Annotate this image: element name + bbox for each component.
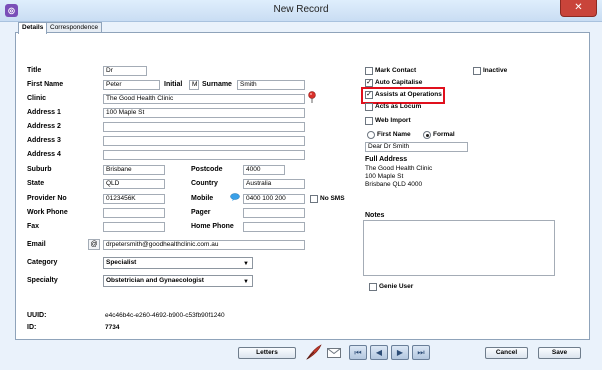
salutation-field[interactable]: Dear Dr Smith (365, 142, 468, 152)
email-at-icon[interactable]: @ (88, 239, 100, 250)
window-title: New Record (273, 4, 329, 15)
surname-label: Surname (202, 81, 232, 88)
close-button[interactable]: ✕ (560, 0, 597, 17)
inactive-label: Inactive (483, 67, 508, 74)
clinic-field[interactable]: The Good Health Clinic (103, 94, 305, 104)
genie-user-label: Genie User (379, 283, 414, 290)
work-phone-label: Work Phone (27, 209, 68, 216)
salutation-formal-radio[interactable] (423, 131, 431, 139)
provider-no-field[interactable]: 0123456K (103, 194, 165, 204)
clinic-label: Clinic (27, 95, 47, 102)
genie-user-checkbox[interactable] (369, 283, 377, 291)
inactive-checkbox[interactable] (473, 67, 481, 75)
tab-details[interactable]: Details (18, 22, 48, 34)
address1-label: Address 1 (27, 109, 61, 116)
initial-field[interactable]: M (189, 80, 199, 90)
mark-contact-checkbox[interactable] (365, 67, 373, 75)
address3-label: Address 3 (27, 137, 61, 144)
web-import-label: Web Import (375, 117, 411, 124)
specialty-select[interactable]: Obstetrician and Gynaecologist ▼ (103, 275, 253, 287)
acts-as-locum-label: Acts as Locum (375, 103, 422, 110)
salutation-formal-label: Formal (433, 131, 455, 138)
first-name-label: First Name (27, 81, 64, 88)
chevron-down-icon: ▼ (243, 279, 249, 285)
no-sms-label: No SMS (320, 195, 345, 202)
surname-field[interactable]: Smith (237, 80, 305, 90)
suburb-field[interactable]: Brisbane (103, 165, 165, 175)
address4-label: Address 4 (27, 151, 61, 158)
initial-label: Initial (164, 81, 183, 88)
category-select[interactable]: Specialist ▼ (103, 257, 253, 269)
work-phone-field[interactable] (103, 208, 165, 218)
state-field[interactable]: QLD (103, 179, 165, 189)
country-field[interactable]: Australia (243, 179, 305, 189)
assists-at-operations-label: Assists at Operations (375, 91, 442, 98)
quill-pen-icon[interactable] (305, 343, 323, 361)
id-label: ID: (27, 324, 37, 331)
pager-label: Pager (191, 209, 211, 216)
email-field[interactable]: drpetersmith@goodhealthclinic.com.au (103, 240, 305, 250)
next-record-button[interactable]: ▶ (391, 345, 409, 360)
mark-contact-label: Mark Contact (375, 67, 417, 74)
specialty-label: Specialty (27, 277, 58, 284)
first-name-field[interactable]: Peter (103, 80, 160, 90)
address4-field[interactable] (103, 150, 305, 160)
no-sms-checkbox[interactable] (310, 195, 318, 203)
email-label: Email (27, 241, 46, 248)
category-label: Category (27, 259, 58, 266)
letters-button[interactable]: Letters (238, 347, 296, 359)
assists-at-operations-checkbox[interactable]: ✓ (365, 91, 373, 99)
suburb-label: Suburb (27, 166, 52, 173)
address1-field[interactable]: 100 Maple St (103, 108, 305, 118)
map-pin-icon[interactable] (308, 91, 316, 103)
cancel-button[interactable]: Cancel (485, 347, 528, 359)
home-phone-field[interactable] (243, 222, 305, 232)
pager-field[interactable] (243, 208, 305, 218)
envelope-icon[interactable] (327, 348, 341, 358)
notes-textarea[interactable] (363, 220, 555, 276)
address2-label: Address 2 (27, 123, 61, 130)
salutation-first-name-radio[interactable] (367, 131, 375, 139)
previous-record-button[interactable]: ◀ (370, 345, 388, 360)
last-record-button[interactable]: ⏭ (412, 345, 430, 360)
fax-label: Fax (27, 223, 40, 230)
title-label: Title (27, 67, 42, 74)
country-label: Country (191, 180, 218, 187)
title-field[interactable]: Dr (103, 66, 147, 76)
web-import-checkbox[interactable] (365, 117, 373, 125)
full-address-line-3: Brisbane QLD 4000 (365, 181, 423, 188)
home-phone-label: Home Phone (191, 223, 234, 230)
provider-no-label: Provider No (27, 195, 67, 202)
chevron-down-icon: ▼ (243, 261, 249, 267)
fax-field[interactable] (103, 222, 165, 232)
first-record-button[interactable]: ⏮ (349, 345, 367, 360)
postcode-field[interactable]: 4000 (243, 165, 285, 175)
auto-capitalise-label: Auto Capitalise (375, 79, 423, 86)
auto-capitalise-checkbox[interactable]: ✓ (365, 79, 373, 87)
address2-field[interactable] (103, 122, 305, 132)
category-select-value: Specialist (106, 259, 137, 266)
acts-as-locum-checkbox[interactable] (365, 103, 373, 111)
sms-speech-bubble-icon[interactable] (230, 193, 240, 201)
mobile-field[interactable]: 0400 100 200 (243, 194, 305, 204)
uuid-label: UUID: (27, 312, 47, 319)
uuid-value: e4c46b4c-e260-4692-b900-c53fb90f1240 (105, 312, 225, 319)
salutation-first-name-label: First Name (377, 131, 411, 138)
id-value: 7734 (105, 324, 120, 331)
save-button[interactable]: Save (538, 347, 581, 359)
mobile-label: Mobile (191, 195, 214, 202)
address3-field[interactable] (103, 136, 305, 146)
postcode-label: Postcode (191, 166, 223, 173)
state-label: State (27, 180, 45, 187)
specialty-select-value: Obstetrician and Gynaecologist (106, 277, 204, 284)
